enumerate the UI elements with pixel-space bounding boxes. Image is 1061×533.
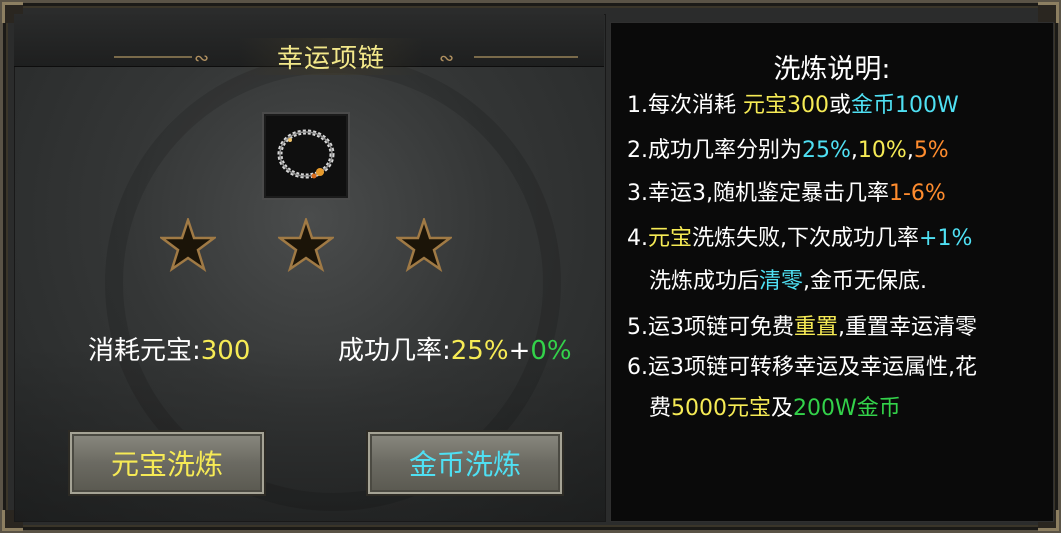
rate-stat: 成功几率:25%+0% (338, 330, 572, 367)
star-icon (160, 218, 216, 272)
title-bar: ∾ ∾ 幸运项链 (14, 14, 604, 75)
cost-stat: 消耗元宝:300 (88, 330, 250, 367)
rule-text: 或 (828, 93, 851, 118)
rate-bonus: 0% (530, 336, 572, 366)
title-divider (114, 56, 192, 58)
rule-text: 3.幸运3,随机鉴定暴击几率 (627, 181, 889, 206)
rule-text: 4. (627, 226, 648, 251)
rule-text: , (906, 138, 914, 163)
rule-highlight: 200W金币 (793, 396, 901, 421)
cost-label: 消耗元宝: (88, 336, 201, 366)
necklace-icon (277, 129, 335, 179)
rule-text: 2.成功几率分别为 (627, 138, 802, 163)
item-slot[interactable] (262, 112, 350, 200)
rule-highlight: 金币100W (851, 93, 959, 118)
rule-highlight: 25% (802, 138, 851, 163)
rate-base: 25% (450, 336, 509, 366)
help-rule-3: 3.幸运3,随机鉴定暴击几率1-6% (627, 179, 946, 209)
help-rule-4: 4.元宝洗炼失败,下次成功几率+1% (627, 224, 972, 254)
frame-corner (1038, 2, 1059, 23)
title-divider (474, 56, 578, 58)
help-title: 洗炼说明: (773, 54, 891, 85)
rule-highlight: 元宝 (648, 226, 693, 251)
star-icon (396, 218, 452, 272)
rule-text: 6.运3项链可转移幸运及幸运属性,花 (627, 355, 977, 380)
window-frame: ∾ ∾ 幸运项链 消耗元宝:300 成功几率:25%+0% 元宝洗炼 金币洗炼 … (0, 0, 1061, 533)
ornament-icon: ∾ (194, 48, 210, 69)
panel-title: 幸运项链 (239, 38, 423, 75)
yuanbao-refine-button[interactable]: 元宝洗炼 (68, 430, 266, 496)
help-rule-6: 6.运3项链可转移幸运及幸运属性,花 (627, 353, 977, 383)
help-rule-4b: 洗炼成功后清零,金币无保底. (649, 267, 927, 297)
help-rule-1: 1.每次消耗 元宝300或金币100W (627, 91, 959, 121)
help-rule-5: 5.运3项链可免费重置,重置幸运清零 (627, 313, 977, 343)
rule-text: ,金币无保底. (803, 269, 928, 294)
rule-highlight: 5% (913, 138, 949, 163)
rule-highlight: 清零 (759, 269, 804, 294)
rule-text: 及 (771, 396, 794, 421)
rule-text: 费 (649, 396, 672, 421)
rule-highlight: 5000元宝 (671, 396, 772, 421)
cost-value: 300 (200, 336, 251, 366)
rule-text: , (850, 138, 858, 163)
star-icon (278, 218, 334, 272)
help-panel: 洗炼说明: 1.每次消耗 元宝300或金币100W 2.成功几率分别为25%,1… (610, 22, 1054, 522)
rule-highlight: 10% (857, 138, 907, 163)
rule-text: ,重置幸运清零 (838, 315, 978, 340)
rate-label: 成功几率: (338, 336, 451, 366)
rule-text: 5.运3项链可免费 (627, 315, 794, 340)
jinbi-refine-button[interactable]: 金币洗炼 (366, 430, 564, 496)
help-rule-2: 2.成功几率分别为25%,10%,5% (627, 136, 949, 166)
rate-plus: + (508, 336, 531, 366)
rule-highlight: 重置 (794, 315, 839, 340)
ornament-icon: ∾ (439, 48, 455, 69)
rule-highlight: 1-6% (888, 181, 946, 206)
rule-text: 1.每次消耗 (627, 93, 743, 118)
rule-highlight: +1% (919, 226, 973, 251)
rule-text: 洗炼失败,下次成功几率 (692, 226, 920, 251)
rule-text: 洗炼成功后 (649, 269, 760, 294)
help-rule-6b: 费5000元宝及200W金币 (649, 394, 901, 424)
rule-highlight: 元宝300 (742, 93, 829, 118)
